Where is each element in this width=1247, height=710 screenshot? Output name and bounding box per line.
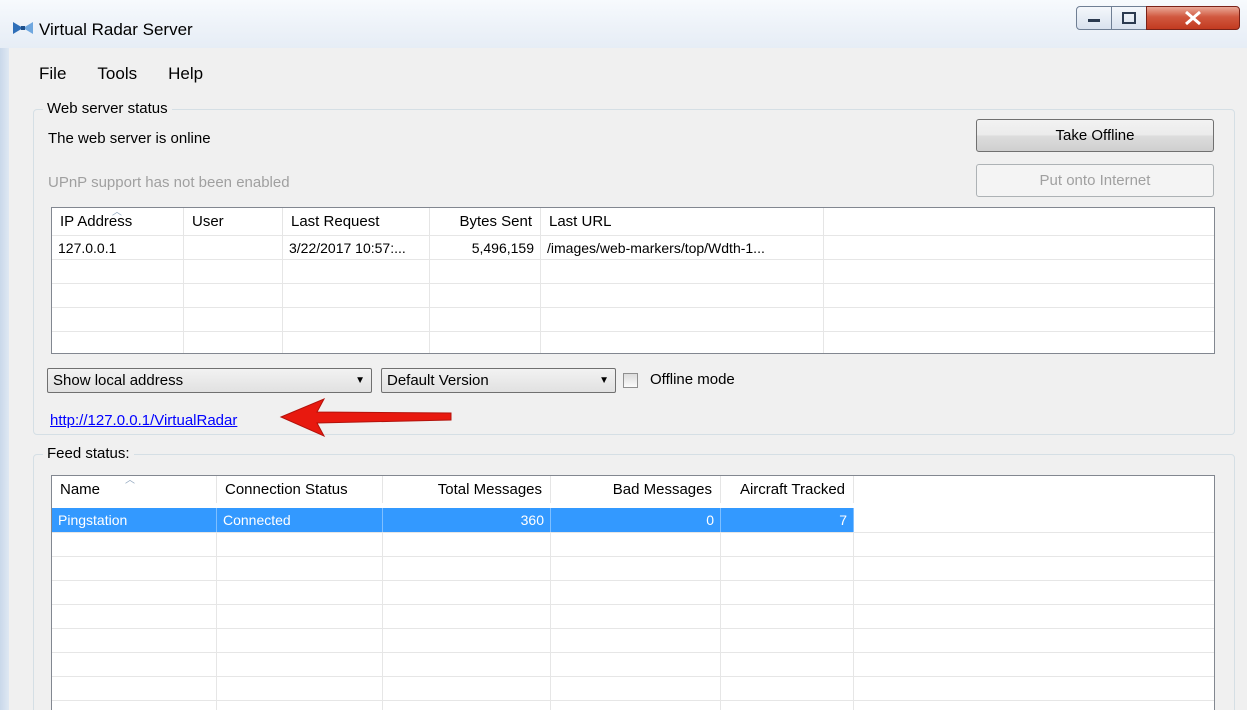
- empty-row: [52, 700, 1214, 710]
- requests-list[interactable]: ︿ IP Address User Last Request Bytes Sen…: [51, 207, 1215, 354]
- column-aircraft-tracked[interactable]: Aircraft Tracked: [721, 476, 854, 503]
- window-border: [0, 48, 9, 710]
- version-select[interactable]: Default Version ▼: [381, 368, 616, 393]
- cell-ip-address: 127.0.0.1: [52, 236, 184, 260]
- column-bad-messages[interactable]: Bad Messages: [551, 476, 721, 503]
- column-user[interactable]: User: [184, 208, 283, 235]
- maximize-icon: [1122, 12, 1136, 24]
- virtual-radar-link[interactable]: http://127.0.0.1/VirtualRadar: [50, 412, 237, 429]
- column-name[interactable]: ︿ Name: [52, 476, 217, 503]
- menu-bar: File Tools Help: [9, 60, 204, 88]
- sort-ascending-icon: ︿: [125, 476, 135, 486]
- client-area: File Tools Help Web server status The we…: [9, 48, 1247, 710]
- address-select[interactable]: Show local address ▼: [47, 368, 372, 393]
- cell-bytes-sent: 5,496,159: [430, 236, 541, 260]
- empty-row: [52, 283, 1214, 308]
- cell-aircraft-tracked: 7: [721, 508, 854, 532]
- web-server-status-label: Web server status: [43, 100, 172, 117]
- window-title: Virtual Radar Server: [39, 20, 193, 39]
- upnp-status-text: UPnP support has not been enabled: [48, 174, 290, 191]
- cell-last-request: 3/22/2017 10:57:...: [283, 236, 430, 260]
- chevron-down-icon: ▼: [599, 375, 609, 386]
- title-bar[interactable]: Virtual Radar Server: [0, 0, 1247, 48]
- empty-row: [52, 331, 1214, 353]
- menu-tools[interactable]: Tools: [97, 60, 152, 88]
- minimize-icon: [1088, 19, 1100, 22]
- empty-row: [52, 652, 1214, 677]
- chevron-down-icon: ▼: [355, 375, 365, 386]
- take-offline-button[interactable]: Take Offline: [976, 119, 1214, 152]
- feeds-list[interactable]: ︿ Name Connection Status Total Messages …: [51, 475, 1215, 710]
- minimize-button[interactable]: [1076, 6, 1112, 30]
- empty-row: [52, 556, 1214, 581]
- address-select-value: Show local address: [53, 372, 184, 389]
- column-last-url[interactable]: Last URL: [541, 208, 824, 235]
- column-last-request[interactable]: Last Request: [283, 208, 430, 235]
- column-ip-address[interactable]: ︿ IP Address: [52, 208, 184, 235]
- column-connection-status[interactable]: Connection Status: [217, 476, 383, 503]
- empty-row: [52, 628, 1214, 653]
- empty-row: [52, 259, 1214, 284]
- column-total-messages[interactable]: Total Messages: [383, 476, 551, 503]
- red-arrow-icon: [279, 397, 452, 438]
- table-row[interactable]: 127.0.0.1 3/22/2017 10:57:... 5,496,159 …: [52, 235, 1214, 260]
- cell-last-url: /images/web-markers/top/Wdth-1...: [541, 236, 824, 260]
- empty-row: [52, 676, 1214, 701]
- feed-status-label: Feed status:: [43, 445, 134, 462]
- close-button[interactable]: [1146, 6, 1240, 30]
- cell-total-messages: 360: [383, 508, 551, 532]
- put-onto-internet-button[interactable]: Put onto Internet: [976, 164, 1214, 197]
- maximize-button[interactable]: [1111, 6, 1147, 30]
- empty-row: [52, 580, 1214, 605]
- close-icon: [1185, 11, 1201, 25]
- radar-icon: [13, 22, 33, 34]
- empty-row: [52, 604, 1214, 629]
- cell-bad-messages: 0: [551, 508, 721, 532]
- empty-row: [52, 532, 1214, 557]
- version-select-value: Default Version: [387, 372, 489, 389]
- offline-mode-checkbox[interactable]: [623, 373, 638, 388]
- cell-connection-status: Connected: [217, 508, 383, 532]
- menu-file[interactable]: File: [39, 60, 81, 88]
- app-window: Virtual Radar Server File Tools Help Web…: [0, 0, 1247, 710]
- menu-help[interactable]: Help: [168, 60, 218, 88]
- server-status-text: The web server is online: [48, 130, 211, 147]
- column-bytes-sent[interactable]: Bytes Sent: [430, 208, 541, 235]
- empty-row: [52, 307, 1214, 332]
- sort-ascending-icon: ︿: [112, 208, 122, 218]
- cell-user: [184, 236, 283, 260]
- offline-mode-label: Offline mode: [650, 371, 735, 388]
- table-row[interactable]: Pingstation Connected 360 0 7: [52, 508, 1214, 532]
- cell-name: Pingstation: [52, 508, 217, 532]
